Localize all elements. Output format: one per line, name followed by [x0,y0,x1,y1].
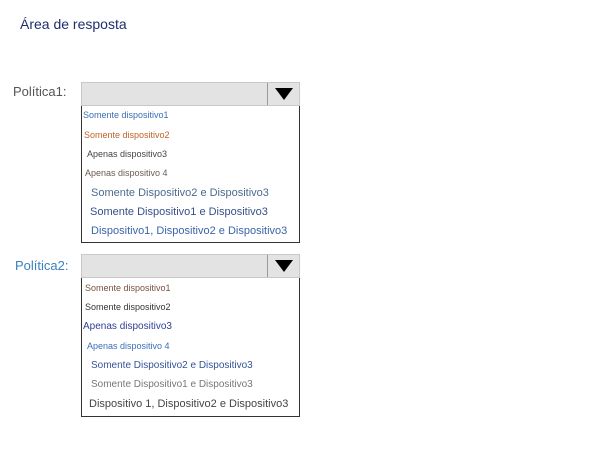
option[interactable]: Apenas dispositivo3 [83,322,172,332]
option[interactable]: Somente dispositivo1 [83,111,169,120]
policy2-label: Política2: [15,258,69,273]
option[interactable]: Somente Dispositivo2 e Dispositivo3 [91,188,269,199]
policy1-select[interactable] [81,82,300,106]
option[interactable]: Dispositivo1, Dispositivo2 e Dispositivo… [91,226,287,237]
policy2-options: Somente dispositivo1 Somente dispositivo… [81,278,300,417]
option[interactable]: Apenas dispositivo 4 [87,342,170,351]
option[interactable]: Somente Dispositivo2 e Dispositivo3 [91,361,253,371]
option[interactable]: Somente dispositivo2 [85,303,171,312]
dropdown-arrow-icon[interactable] [267,83,299,105]
dropdown-arrow-icon[interactable] [267,255,299,277]
option[interactable]: Somente dispositivo1 [85,284,171,293]
policy1-label: Política1: [13,84,67,99]
answer-area-title: Área de resposta [20,16,127,32]
option[interactable]: Apenas dispositivo3 [87,150,167,159]
option[interactable]: Apenas dispositivo 4 [85,169,168,178]
option[interactable]: Somente Dispositivo1 e Dispositivo3 [90,207,268,218]
option[interactable]: Somente dispositivo2 [84,131,170,140]
option[interactable]: Dispositivo 1, Dispositivo2 e Dispositiv… [89,399,288,410]
policy2-select[interactable] [81,254,300,278]
policy1-options: Somente dispositivo1 Somente dispositivo… [81,106,300,243]
option[interactable]: Somente Dispositivo1 e Dispositivo3 [91,380,253,390]
